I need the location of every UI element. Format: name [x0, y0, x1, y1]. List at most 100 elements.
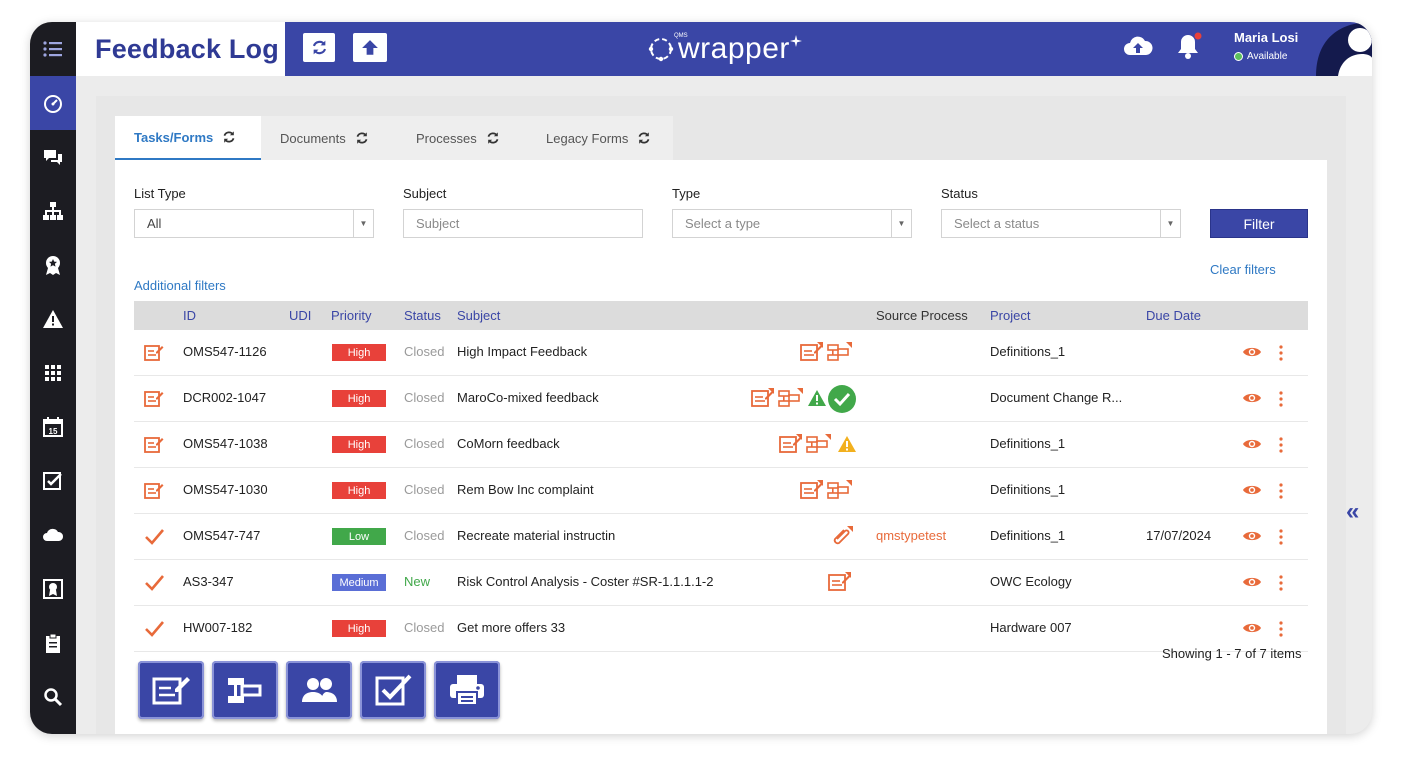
cell-id[interactable]: OMS547-1030: [183, 482, 268, 497]
tab-processes[interactable]: Processes: [397, 116, 527, 160]
cell-subject[interactable]: MaroCo-mixed feedback: [457, 390, 599, 405]
clipboard-icon[interactable]: [30, 616, 76, 670]
form-link-icon[interactable]: [779, 433, 803, 455]
cell-subject[interactable]: Risk Control Analysis - Coster #SR-1.1.1…: [457, 574, 713, 589]
more-vertical-icon[interactable]: [1278, 483, 1284, 499]
column-due-date[interactable]: Due Date: [1146, 308, 1201, 323]
warning-icon[interactable]: [837, 435, 857, 453]
table-row[interactable]: OMS547-1038 High Closed CoMorn feedback …: [134, 422, 1308, 468]
refresh-icon[interactable]: [355, 131, 369, 145]
tab-documents[interactable]: Documents: [261, 116, 397, 160]
checklist-icon[interactable]: [30, 454, 76, 508]
cell-id[interactable]: AS3-347: [183, 574, 234, 589]
cell-subject[interactable]: High Impact Feedback: [457, 344, 587, 359]
cell-subject[interactable]: Rem Bow Inc complaint: [457, 482, 594, 497]
eye-icon[interactable]: [1242, 391, 1262, 405]
table-row[interactable]: HW007-182 High Closed Get more offers 33…: [134, 606, 1308, 652]
source-process-link[interactable]: qmstypetest: [876, 528, 946, 543]
new-form-button[interactable]: [138, 661, 204, 719]
warning-icon[interactable]: [807, 389, 827, 407]
chevron-down-icon[interactable]: ▼: [891, 210, 911, 237]
users-button[interactable]: [286, 661, 352, 719]
collapse-panel-button[interactable]: «: [1346, 498, 1359, 526]
eye-icon[interactable]: [1242, 483, 1262, 497]
more-vertical-icon[interactable]: [1278, 345, 1284, 361]
column-source-process[interactable]: Source Process: [876, 308, 968, 323]
additional-filters-link[interactable]: Additional filters: [134, 278, 226, 293]
task-check-button[interactable]: [360, 661, 426, 719]
tab-legacy-forms[interactable]: Legacy Forms: [527, 116, 673, 160]
cell-id[interactable]: OMS547-1038: [183, 436, 268, 451]
cell-id[interactable]: HW007-182: [183, 620, 252, 635]
certificate-icon[interactable]: [30, 562, 76, 616]
form-link-icon[interactable]: [751, 387, 775, 409]
more-vertical-icon[interactable]: [1278, 437, 1284, 453]
table-row[interactable]: AS3-347 Medium New Risk Control Analysis…: [134, 560, 1308, 606]
apps-grid-icon[interactable]: [30, 346, 76, 400]
upload-button[interactable]: [353, 33, 387, 62]
check-circle-icon[interactable]: [827, 384, 857, 414]
more-vertical-icon[interactable]: [1278, 575, 1284, 591]
refresh-icon[interactable]: [637, 131, 651, 145]
chat-icon[interactable]: [30, 130, 76, 184]
warning-icon[interactable]: [30, 292, 76, 346]
eye-icon[interactable]: [1242, 345, 1262, 359]
cell-id[interactable]: OMS547-1126: [183, 344, 267, 359]
cell-id[interactable]: OMS547-747: [183, 528, 260, 543]
table-row[interactable]: DCR002-1047 High Closed MaroCo-mixed fee…: [134, 376, 1308, 422]
attachment-link-icon[interactable]: [830, 525, 854, 547]
column-id[interactable]: ID: [183, 308, 196, 323]
clear-filters-link[interactable]: Clear filters: [1210, 262, 1276, 277]
column-subject[interactable]: Subject: [457, 308, 500, 323]
form-link-icon[interactable]: [828, 571, 852, 593]
eye-icon[interactable]: [1242, 575, 1262, 589]
table-row[interactable]: OMS547-1126 High Closed High Impact Feed…: [134, 330, 1308, 376]
list-type-select[interactable]: All ▼: [134, 209, 374, 238]
filter-button[interactable]: Filter: [1210, 209, 1308, 238]
form-link-icon[interactable]: [800, 341, 824, 363]
more-vertical-icon[interactable]: [1278, 391, 1284, 407]
refresh-icon[interactable]: [222, 130, 236, 144]
eye-icon[interactable]: [1242, 529, 1262, 543]
dashboard-icon[interactable]: [30, 76, 76, 130]
process-link-icon[interactable]: [827, 479, 853, 501]
table-row[interactable]: OMS547-747 Low Closed Recreate material …: [134, 514, 1308, 560]
form-link-icon[interactable]: [800, 479, 824, 501]
process-link-icon[interactable]: [778, 387, 804, 409]
column-status[interactable]: Status: [404, 308, 441, 323]
eye-icon[interactable]: [1242, 437, 1262, 451]
process-link-icon[interactable]: [806, 433, 832, 455]
search-icon[interactable]: [30, 670, 76, 724]
tab-label: Legacy Forms: [546, 130, 629, 146]
chevron-down-icon[interactable]: ▼: [1160, 210, 1180, 237]
cell-subject[interactable]: CoMorn feedback: [457, 436, 560, 451]
refresh-icon[interactable]: [486, 131, 500, 145]
avatar[interactable]: [1316, 22, 1372, 76]
refresh-button[interactable]: [303, 33, 335, 62]
column-udi[interactable]: UDI: [289, 308, 311, 323]
menu-icon[interactable]: [30, 22, 76, 76]
column-project[interactable]: Project: [990, 308, 1030, 323]
more-vertical-icon[interactable]: [1278, 529, 1284, 545]
calendar-icon[interactable]: 15: [30, 400, 76, 454]
more-vertical-icon[interactable]: [1278, 621, 1284, 637]
cell-subject[interactable]: Recreate material instructin: [457, 528, 615, 543]
cell-id[interactable]: DCR002-1047: [183, 390, 266, 405]
type-select[interactable]: Select a type ▼: [672, 209, 912, 238]
column-priority[interactable]: Priority: [331, 308, 371, 323]
cloud-upload-button[interactable]: [1123, 35, 1153, 62]
process-link-icon[interactable]: [827, 341, 853, 363]
status-select[interactable]: Select a status ▼: [941, 209, 1181, 238]
subject-input[interactable]: Subject: [403, 209, 643, 238]
eye-icon[interactable]: [1242, 621, 1262, 635]
process-button[interactable]: [212, 661, 278, 719]
cell-subject[interactable]: Get more offers 33: [457, 620, 565, 635]
table-row[interactable]: OMS547-1030 High Closed Rem Bow Inc comp…: [134, 468, 1308, 514]
tab-tasks-forms[interactable]: Tasks/Forms: [115, 116, 261, 160]
org-chart-icon[interactable]: [30, 184, 76, 238]
chevron-down-icon[interactable]: ▼: [353, 210, 373, 237]
print-button[interactable]: [434, 661, 500, 719]
badge-icon[interactable]: [30, 238, 76, 292]
cloud-icon[interactable]: [30, 508, 76, 562]
notifications-button[interactable]: [1177, 32, 1203, 65]
